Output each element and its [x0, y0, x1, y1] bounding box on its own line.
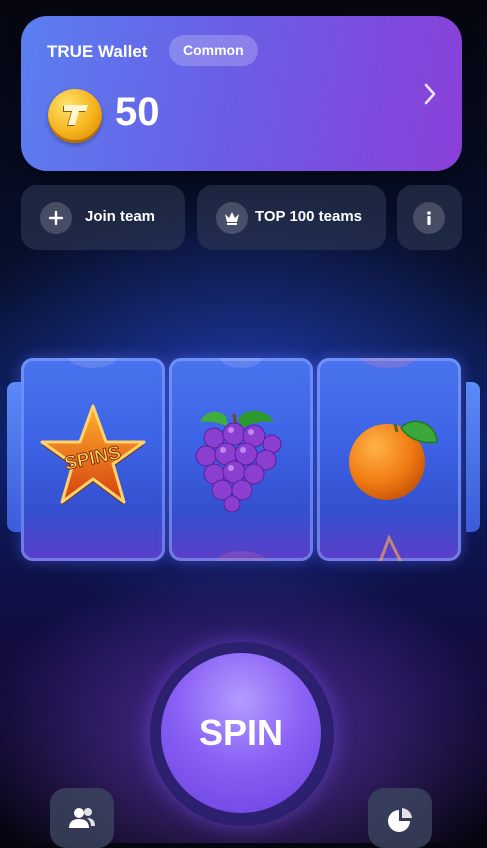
tier-badge: Common [169, 35, 258, 66]
slot-reel-2 [169, 358, 313, 561]
spin-button[interactable]: SPIN [161, 653, 321, 813]
pie-chart-icon [388, 808, 412, 832]
spins-star-symbol: SPINS [40, 404, 146, 505]
true-coin-icon [48, 89, 102, 143]
orange-symbol [349, 420, 438, 500]
info-icon [413, 202, 445, 234]
join-team-label: Join team [85, 208, 156, 225]
slot-left-edge [7, 382, 21, 532]
wallet-balance: 50 [115, 90, 160, 134]
join-team-button[interactable]: Join team [21, 185, 185, 250]
users-icon [69, 808, 95, 828]
slot-right-edge [466, 382, 480, 532]
chevron-right-icon[interactable] [421, 82, 439, 111]
wallet-title: TRUE Wallet [47, 42, 148, 61]
stats-nav-button[interactable] [368, 788, 432, 848]
slot-reel-3 [317, 358, 461, 561]
grapes-symbol [195, 410, 282, 513]
wallet-card[interactable]: TRUE Wallet Common 50 [21, 16, 462, 171]
info-button[interactable] [397, 185, 462, 250]
crown-icon [216, 202, 248, 234]
partial-symbol [378, 534, 403, 561]
slot-reel-1: SPINS [21, 358, 165, 561]
plus-icon [40, 202, 72, 234]
team-nav-button[interactable] [50, 788, 114, 848]
top-100-teams-button[interactable]: TOP 100 teams [197, 185, 386, 250]
top-100-teams-label: TOP 100 teams [255, 208, 363, 225]
